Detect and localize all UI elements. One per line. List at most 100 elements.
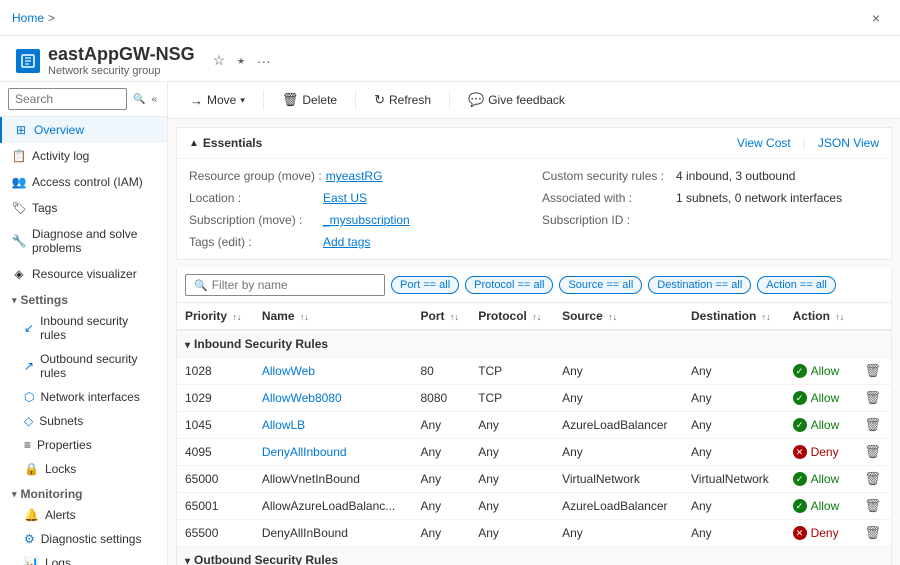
col-name[interactable]: Name ↑↓ (254, 303, 413, 330)
sidebar-item-tags[interactable]: 🏷 Tags (0, 195, 167, 221)
feedback-button[interactable]: 💬 Give feedback (462, 88, 571, 112)
close-button[interactable]: × (864, 6, 888, 30)
delete-row-icon[interactable]: 🗑 (864, 471, 881, 486)
col-port[interactable]: Port ↑↓ (412, 303, 470, 330)
sidebar-item-logs[interactable]: 📊 Logs (0, 551, 167, 565)
sidebar-item-outbound-label: Outbound security rules (40, 352, 155, 380)
name-cell: DenyAllInBound (254, 520, 413, 547)
rule-name-link[interactable]: DenyAllInbound (262, 445, 347, 459)
pin-icon[interactable]: ⭑ (235, 50, 247, 71)
name-cell: AllowWeb8080 (254, 385, 413, 412)
sidebar-item-diagnose[interactable]: 🔧 Diagnose and solve problems (0, 221, 167, 261)
sidebar-item-properties[interactable]: ≡ Properties (0, 433, 167, 457)
sidebar-item-outbound-rules[interactable]: ↗ Outbound security rules (0, 347, 167, 385)
destination-cell: VirtualNetwork (683, 466, 785, 493)
sidebar-section-settings[interactable]: ▾ Settings (0, 287, 167, 309)
col-destination[interactable]: Destination ↑↓ (683, 303, 785, 330)
inbound-section-header: ▾Inbound Security Rules (177, 330, 891, 358)
delete-cell: 🗑 (856, 385, 891, 412)
outbound-chevron-icon[interactable]: ▾ (185, 556, 190, 565)
essentials-row-associated: Associated with : 1 subnets, 0 network i… (542, 189, 879, 207)
sidebar-search-input[interactable] (8, 88, 127, 110)
col-source[interactable]: Source ↑↓ (554, 303, 683, 330)
custom-rules-value: 4 inbound, 3 outbound (676, 169, 795, 183)
col-priority[interactable]: Priority ↑↓ (177, 303, 254, 330)
breadcrumb-home[interactable]: Home (12, 11, 44, 25)
action-value: ✓ Allow (793, 364, 849, 378)
destination-cell: Any (683, 520, 785, 547)
filter-search-icon: 🔍 (194, 279, 208, 292)
filter-chip-destination[interactable]: Destination == all (648, 276, 751, 294)
col-actions (856, 303, 891, 330)
rule-name-link[interactable]: AllowWeb (262, 364, 315, 378)
tags-value[interactable]: Add tags (323, 235, 370, 249)
sidebar-item-alerts[interactable]: 🔔 Alerts (0, 503, 167, 527)
location-value[interactable]: East US (323, 191, 367, 205)
col-protocol[interactable]: Protocol ↑↓ (470, 303, 554, 330)
filter-chip-action[interactable]: Action == all (757, 276, 836, 294)
top-bar: Home > × (0, 0, 900, 36)
inbound-chevron-icon[interactable]: ▾ (185, 340, 190, 351)
sidebar-item-locks[interactable]: 🔒 Locks (0, 457, 167, 481)
filter-chip-protocol[interactable]: Protocol == all (465, 276, 553, 294)
delete-row-icon[interactable]: 🗑 (864, 444, 881, 459)
rule-name-link[interactable]: AllowWeb8080 (262, 391, 342, 405)
action-status-icon: ✓ (793, 364, 807, 378)
port-cell: 80 (412, 358, 470, 385)
delete-row-icon[interactable]: 🗑 (864, 525, 881, 540)
sidebar-item-activity-log[interactable]: 📋 Activity log (0, 143, 167, 169)
action-status-icon: ✕ (793, 445, 807, 459)
priority-cell: 1029 (177, 385, 254, 412)
move-button[interactable]: → Move ▾ (184, 89, 251, 112)
sidebar-item-network-interfaces[interactable]: ⬡ Network interfaces (0, 385, 167, 409)
table-row: 4095 DenyAllInbound Any Any Any Any ✕ De… (177, 439, 891, 466)
view-cost-link[interactable]: View Cost (737, 136, 791, 150)
sidebar-item-access-control[interactable]: 👥 Access control (IAM) (0, 169, 167, 195)
toolbar-separator-3 (449, 90, 450, 110)
search-icon[interactable]: 🔍 (131, 92, 147, 107)
filter-chip-port[interactable]: Port == all (391, 276, 459, 294)
delete-button[interactable]: 🗑 Delete (276, 88, 343, 112)
people-icon: 👥 (12, 175, 26, 189)
settings-chevron-icon: ▾ (12, 295, 17, 306)
rule-name-link[interactable]: AllowLB (262, 418, 305, 432)
protocol-cell: Any (470, 493, 554, 520)
essentials-collapse-icon[interactable]: ▲ (189, 138, 199, 149)
delete-cell: 🗑 (856, 439, 891, 466)
sidebar-item-inbound-rules[interactable]: ↙ Inbound security rules (0, 309, 167, 347)
action-value: ✓ Allow (793, 472, 849, 486)
sidebar-item-locks-label: Locks (45, 462, 76, 476)
subscription-value[interactable]: _mysubscription (323, 213, 410, 227)
essentials-row-subscription: Subscription (move) : _mysubscription (189, 211, 526, 229)
filter-chip-source[interactable]: Source == all (559, 276, 642, 294)
essentials-row-subscription-id: Subscription ID : (542, 211, 879, 229)
security-rules-table-container: Priority ↑↓ Name ↑↓ Port ↑↓ Protocol ↑↓ … (176, 303, 892, 565)
sidebar-section-monitoring[interactable]: ▾ Monitoring (0, 481, 167, 503)
filter-by-name-input[interactable] (212, 278, 376, 292)
essentials-row-rg: Resource group (move) : myeastRG (189, 167, 526, 185)
refresh-button[interactable]: ↻ Refresh (368, 88, 437, 112)
sidebar-item-resource-visualizer[interactable]: ◈ Resource visualizer (0, 261, 167, 287)
star-outline-icon[interactable]: ☆ (211, 50, 228, 71)
sidebar-item-diagnostic-settings[interactable]: ⚙ Diagnostic settings (0, 527, 167, 551)
feedback-icon: 💬 (468, 92, 484, 108)
delete-row-icon[interactable]: 🗑 (864, 390, 881, 405)
nsg-resource-icon (16, 49, 40, 73)
collapse-sidebar-icon[interactable]: « (149, 92, 159, 107)
delete-row-icon[interactable]: 🗑 (864, 417, 881, 432)
protocol-cell: TCP (470, 358, 554, 385)
action-value: ✓ Allow (793, 391, 849, 405)
sidebar-item-subnets[interactable]: ◇ Subnets (0, 409, 167, 433)
col-action[interactable]: Action ↑↓ (785, 303, 857, 330)
json-view-link[interactable]: JSON View (818, 136, 879, 150)
delete-row-icon[interactable]: 🗑 (864, 498, 881, 513)
sidebar-item-overview[interactable]: ⊞ Overview (0, 117, 167, 143)
table-header: Priority ↑↓ Name ↑↓ Port ↑↓ Protocol ↑↓ … (177, 303, 891, 330)
more-options-icon[interactable]: ··· (255, 50, 273, 71)
sidebar-item-diag-label: Diagnostic settings (41, 532, 142, 546)
rg-value[interactable]: myeastRG (326, 169, 383, 183)
lock-icon: 🔒 (24, 462, 39, 476)
delete-row-icon[interactable]: 🗑 (864, 363, 881, 378)
source-cell: VirtualNetwork (554, 466, 683, 493)
action-value: ✓ Allow (793, 499, 849, 513)
